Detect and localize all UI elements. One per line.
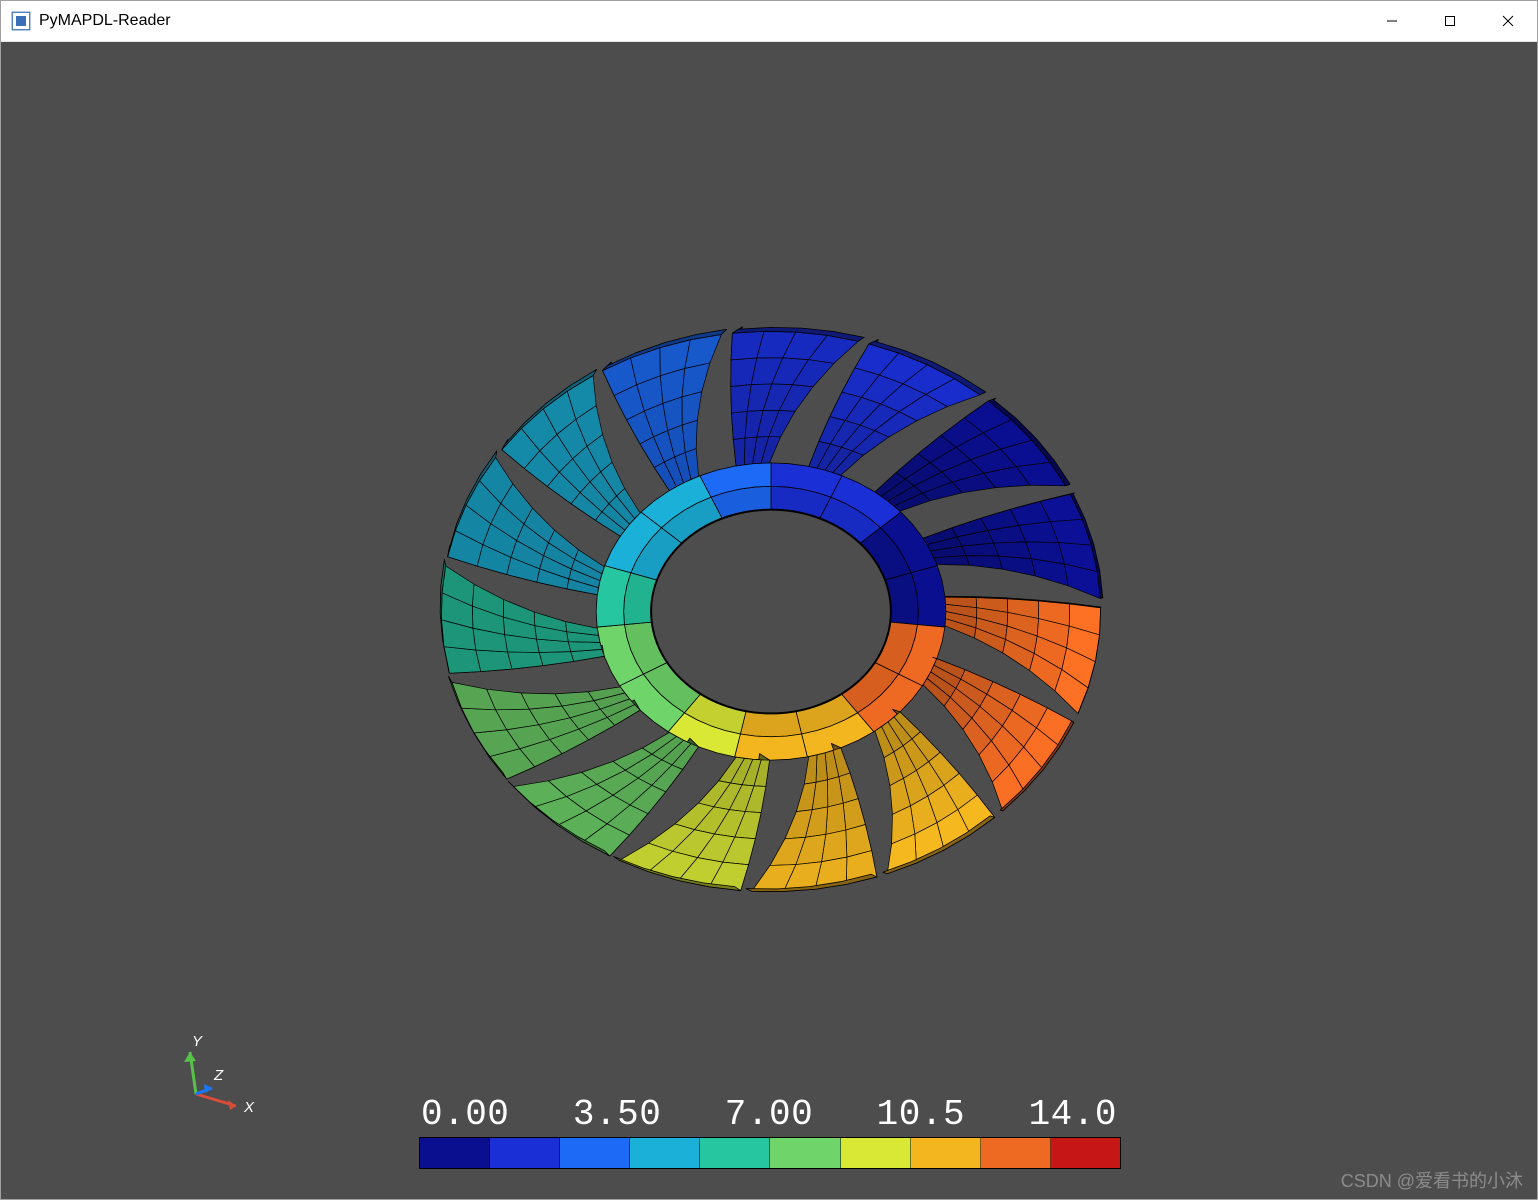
legend-segment [560, 1138, 630, 1168]
legend-segment [981, 1138, 1051, 1168]
render-viewport[interactable]: X Y Z 0.003.507.0010.514.0 CSDN @爱看书的小沐 [1, 42, 1537, 1199]
minimize-button[interactable] [1363, 1, 1421, 41]
mesh-render[interactable] [1, 42, 1537, 1199]
titlebar[interactable]: PyMAPDL-Reader [1, 1, 1537, 42]
legend-segment [841, 1138, 911, 1168]
axis-y: Y [184, 1033, 203, 1094]
legend-tick: 14.0 [1029, 1094, 1117, 1135]
legend-tick: 7.00 [725, 1094, 813, 1135]
legend-tick: 3.50 [573, 1094, 661, 1135]
axis-y-label: Y [192, 1033, 203, 1050]
axis-x: X [196, 1094, 255, 1116]
axis-x-label: X [243, 1099, 255, 1116]
legend-tick: 0.00 [421, 1094, 509, 1135]
legend-segment [490, 1138, 560, 1168]
axis-z: Z [196, 1067, 224, 1094]
legend-tick: 10.5 [877, 1094, 965, 1135]
axis-z-label: Z [213, 1067, 224, 1084]
legend-labels: 0.00 3.50 7.00 10.5 14.0 [419, 1094, 1119, 1135]
legend-segment [770, 1138, 840, 1168]
legend-colorbar [419, 1137, 1121, 1169]
close-button[interactable] [1479, 1, 1537, 41]
legend-segment [700, 1138, 770, 1168]
scalar-legend: 0.00 3.50 7.00 10.5 14.0 [419, 1094, 1119, 1169]
axis-triad[interactable]: X Y Z [141, 1039, 251, 1154]
legend-segment [630, 1138, 700, 1168]
application-window: PyMAPDL-Reader X [0, 0, 1538, 1200]
legend-segment [420, 1138, 490, 1168]
legend-segment [911, 1138, 981, 1168]
app-icon [11, 11, 31, 31]
maximize-button[interactable] [1421, 1, 1479, 41]
window-title: PyMAPDL-Reader [39, 12, 1363, 30]
legend-segment [1051, 1138, 1120, 1168]
window-controls [1363, 1, 1537, 41]
